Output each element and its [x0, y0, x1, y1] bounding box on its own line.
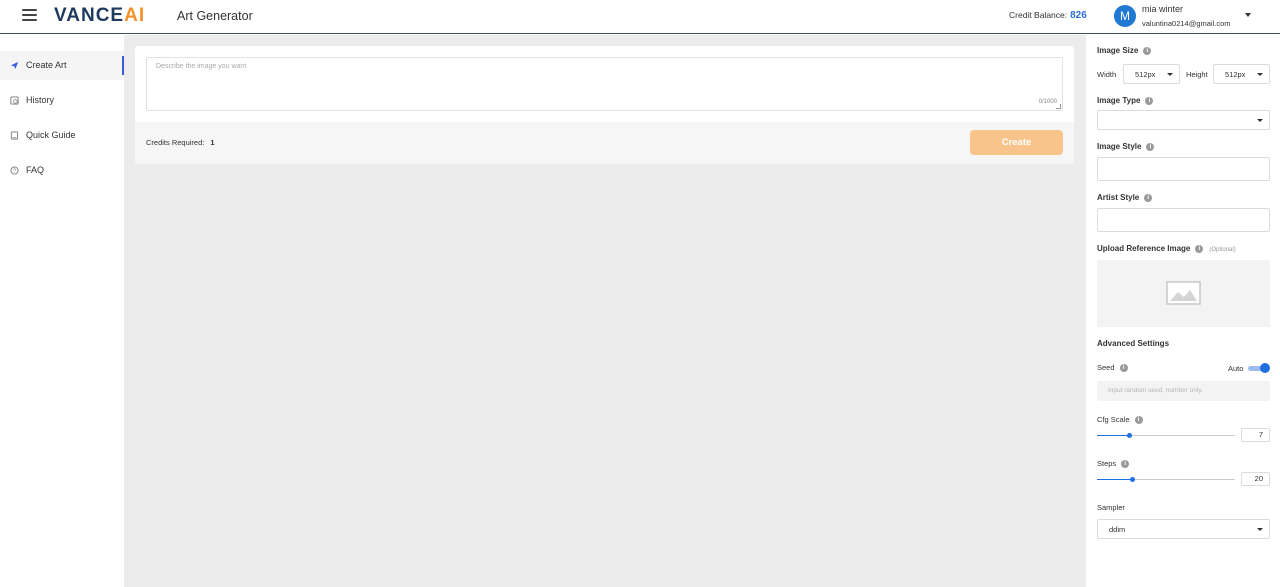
- page-title: Art Generator: [177, 9, 253, 23]
- steps-handle[interactable]: [1130, 477, 1135, 482]
- info-icon[interactable]: i: [1144, 193, 1153, 202]
- sampler-value: ddim: [1109, 525, 1126, 534]
- history-icon: [10, 96, 19, 105]
- sidebar-item-history[interactable]: History: [0, 86, 124, 115]
- upload-dropzone[interactable]: [1097, 260, 1270, 327]
- artist-style-label: Artist Style: [1097, 193, 1140, 202]
- info-icon[interactable]: i: [1121, 460, 1130, 469]
- steps-slider[interactable]: [1097, 477, 1235, 482]
- info-icon[interactable]: i: [1145, 96, 1154, 105]
- height-value: 512px: [1225, 70, 1246, 79]
- optional-note: (Optional): [1209, 247, 1236, 253]
- sampler-label: Sampler: [1097, 503, 1125, 512]
- cfg-scale-handle[interactable]: [1127, 433, 1132, 438]
- user-name[interactable]: mia winter: [1142, 4, 1183, 14]
- chevron-down-icon: [1167, 73, 1173, 76]
- create-button[interactable]: Create: [970, 130, 1063, 155]
- seed-label: Seed: [1097, 363, 1115, 372]
- prompt-input[interactable]: Describe the image you want 0/1000: [146, 57, 1063, 111]
- upload-heading: Upload Reference Image i (Optional): [1097, 244, 1236, 253]
- prompt-card: Describe the image you want 0/1000 Credi…: [135, 46, 1074, 164]
- info-icon[interactable]: i: [1119, 364, 1128, 373]
- image-type-select[interactable]: [1097, 110, 1270, 130]
- cfg-scale-fill: [1097, 435, 1129, 436]
- width-select[interactable]: 512px: [1123, 64, 1180, 84]
- sidebar: Create Art History Quick Guide ? FAQ: [0, 35, 124, 587]
- sidebar-item-label: Quick Guide: [26, 130, 76, 140]
- sidebar-item-create-art[interactable]: Create Art: [0, 51, 124, 80]
- sampler-select[interactable]: ddim: [1097, 519, 1270, 539]
- credits-required-value: 1: [210, 138, 215, 147]
- image-style-field[interactable]: [1097, 157, 1270, 181]
- upload-label: Upload Reference Image: [1097, 244, 1191, 253]
- credits-required-label: Credits Required:: [146, 138, 205, 147]
- sidebar-item-label: FAQ: [26, 165, 45, 175]
- sidebar-item-faq[interactable]: ? FAQ: [0, 156, 124, 185]
- image-type-label: Image Type: [1097, 96, 1141, 105]
- info-icon[interactable]: i: [1134, 416, 1143, 425]
- avatar[interactable]: M: [1114, 5, 1136, 27]
- chevron-down-icon[interactable]: [1245, 13, 1251, 17]
- send-icon: [10, 61, 19, 70]
- info-icon[interactable]: i: [1146, 142, 1155, 151]
- cfg-scale-slider[interactable]: [1097, 433, 1235, 438]
- width-label: Width: [1097, 70, 1117, 79]
- user-email[interactable]: valuntina0214@gmail.com: [1142, 19, 1231, 28]
- image-placeholder-icon: [1166, 281, 1201, 305]
- top-bar: VANCEAI Art Generator Credit Balance: 826…: [0, 0, 1280, 34]
- credit-balance-label: Credit Balance:: [1009, 10, 1068, 20]
- image-style-label: Image Style: [1097, 142, 1142, 151]
- chevron-down-icon: [1257, 528, 1263, 531]
- chevron-down-icon: [1257, 119, 1263, 122]
- cfg-scale-value[interactable]: 7: [1241, 428, 1270, 442]
- logo-main-text: VANCE: [54, 5, 125, 26]
- prompt-placeholder: Describe the image you want: [156, 63, 247, 70]
- credit-balance-value: 826: [1070, 10, 1087, 21]
- prompt-footer: Credits Required: 1 Create: [135, 122, 1074, 164]
- cfg-scale-heading: Cfg Scale i: [1097, 415, 1143, 425]
- cfg-scale-label: Cfg Scale: [1097, 415, 1130, 424]
- resize-handle-icon[interactable]: [1056, 104, 1061, 109]
- steps-heading: Steps i: [1097, 459, 1130, 469]
- image-size-label: Image Size: [1097, 46, 1139, 55]
- steps-label: Steps: [1097, 459, 1117, 468]
- advanced-settings-heading: Advanced Settings: [1097, 339, 1170, 348]
- artist-style-field[interactable]: [1097, 208, 1270, 232]
- question-icon: ?: [10, 166, 19, 175]
- settings-panel: Image Size i Width 512px Height 512px Ima…: [1086, 35, 1280, 587]
- sidebar-item-quick-guide[interactable]: Quick Guide: [0, 121, 124, 150]
- info-icon[interactable]: i: [1143, 46, 1152, 55]
- main-area: Describe the image you want 0/1000 Credi…: [124, 35, 1086, 587]
- auto-label: Auto: [1228, 364, 1244, 373]
- image-type-heading: Image Type i: [1097, 96, 1154, 105]
- credit-balance: Credit Balance: 826: [1009, 10, 1087, 21]
- height-select[interactable]: 512px: [1213, 64, 1270, 84]
- char-count: 0/1000: [1038, 99, 1057, 105]
- image-size-heading: Image Size i: [1097, 46, 1152, 55]
- chevron-down-icon: [1257, 73, 1263, 76]
- logo[interactable]: VANCEAI: [54, 5, 145, 27]
- seed-placeholder: Input random seed, number only.: [1108, 387, 1203, 394]
- menu-icon[interactable]: [22, 9, 37, 22]
- seed-heading: Seed i: [1097, 363, 1128, 373]
- steps-fill: [1097, 479, 1132, 480]
- svg-text:?: ?: [13, 169, 16, 175]
- artist-style-heading: Artist Style i: [1097, 193, 1153, 202]
- credits-required: Credits Required: 1: [146, 138, 215, 147]
- width-value: 512px: [1135, 70, 1156, 79]
- height-label: Height: [1186, 70, 1208, 79]
- logo-accent-text: AI: [124, 5, 146, 26]
- steps-value[interactable]: 20: [1241, 472, 1270, 486]
- sidebar-item-label: History: [26, 95, 55, 105]
- sidebar-item-label: Create Art: [26, 60, 67, 70]
- auto-seed-toggle-knob[interactable]: [1260, 363, 1270, 373]
- book-icon: [10, 131, 19, 140]
- image-style-heading: Image Style i: [1097, 142, 1155, 151]
- info-icon[interactable]: i: [1195, 244, 1204, 253]
- seed-input[interactable]: Input random seed, number only.: [1097, 381, 1270, 401]
